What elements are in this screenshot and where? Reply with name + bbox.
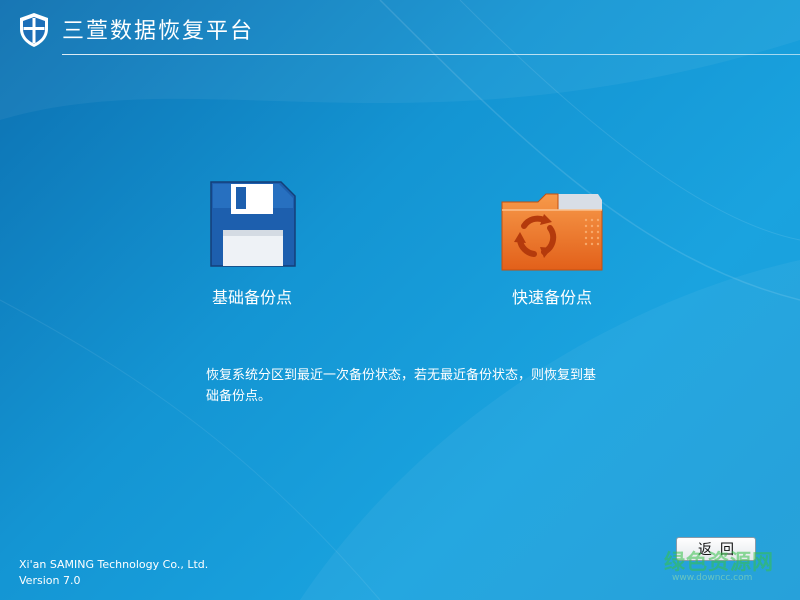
recycle-folder-icon bbox=[501, 193, 603, 271]
watermark-url: www.downcc.com bbox=[672, 573, 753, 583]
app-title: 三萱数据恢复平台 bbox=[62, 19, 255, 44]
header-divider bbox=[62, 54, 800, 55]
header-bar: 三萱数据恢复平台 bbox=[0, 0, 800, 56]
back-button[interactable]: 返回 bbox=[676, 537, 756, 561]
background-swoosh bbox=[0, 0, 800, 600]
option-label: 快速备份点 bbox=[511, 288, 592, 307]
floppy-disk-icon bbox=[210, 181, 296, 267]
description-text: 恢复系统分区到最近一次备份状态，若无最近备份状态，则恢复到基础备份点。 bbox=[206, 368, 597, 404]
company-name: Xi'an SAMING Technology Co., Ltd. bbox=[19, 558, 209, 571]
shield-icon bbox=[20, 13, 48, 47]
quick-backup-point-option[interactable]: 快速备份点 bbox=[494, 190, 610, 308]
basic-backup-point-option[interactable]: 基础备份点 bbox=[196, 178, 308, 308]
version-label: Version 7.0 bbox=[19, 574, 81, 587]
option-label: 基础备份点 bbox=[211, 288, 292, 307]
